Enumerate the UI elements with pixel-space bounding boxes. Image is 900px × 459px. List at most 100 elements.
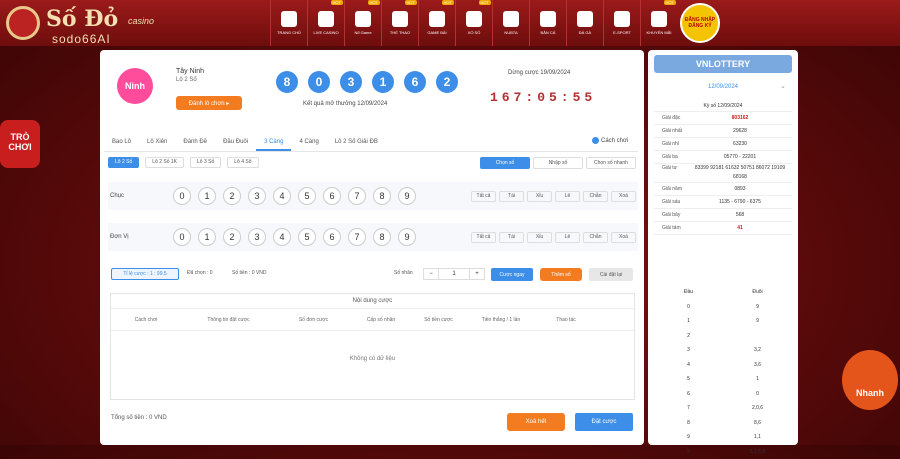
draw-title: Kỳ số 12/09/2024 — [654, 100, 792, 112]
input-mode[interactable]: Nhập số — [533, 157, 583, 169]
multiplier-input[interactable]: 1 — [438, 269, 470, 279]
nav-item[interactable]: Nổ GameHOT — [344, 0, 381, 46]
nav-item[interactable]: ĐÁ GÀ — [566, 0, 603, 46]
digit-button[interactable]: 6 — [323, 228, 341, 246]
digit-button[interactable]: 4 — [273, 228, 291, 246]
loto-row: 72,0,6 — [654, 401, 792, 416]
prize-name: Giải tư — [654, 164, 688, 182]
nav-item[interactable]: KHUYẾN MÃI HOT — [640, 0, 677, 46]
plus-button[interactable]: + — [470, 269, 484, 279]
sub-tabs: Lô 2 Số Lô 2 Số 1K Lô 3 Số Lô 4 Số — [108, 157, 259, 168]
tab-bet-type[interactable]: 4 Càng — [291, 135, 326, 151]
prize-value: 0893 — [688, 183, 792, 195]
filter-button[interactable]: Chẵn — [583, 191, 608, 202]
add-number-button[interactable]: Thêm số — [540, 268, 582, 281]
login-register-button[interactable]: ĐĂNG NHẬP ĐĂNG KÝ — [677, 0, 723, 46]
filter-button[interactable]: Chẵn — [583, 232, 608, 243]
tab-bet-type[interactable]: Lô Xiên — [139, 135, 175, 151]
promo-games-widget[interactable]: TRÒ CHƠI — [0, 120, 40, 168]
digit-button[interactable]: 3 — [248, 187, 266, 205]
digit-button[interactable]: 4 — [273, 187, 291, 205]
digit-button[interactable]: 2 — [223, 187, 241, 205]
countdown-timer: 167:05:55 — [490, 90, 596, 105]
digit-button[interactable]: 1 — [198, 228, 216, 246]
filter-button[interactable]: Tất cả — [471, 191, 496, 202]
result-ball: 1 — [372, 71, 394, 93]
input-mode[interactable]: Chọn số — [480, 157, 530, 169]
filter-button[interactable]: Xỉu — [527, 191, 552, 202]
digit-button[interactable]: 9 — [398, 187, 416, 205]
site-logo[interactable]: Số Đỏ casino sodo66AI — [6, 4, 206, 46]
digit-button[interactable]: 6 — [323, 187, 341, 205]
tab-bet-type[interactable]: Đánh Đề — [175, 135, 215, 151]
loto-dau: 6 — [654, 387, 723, 402]
digit-button[interactable]: 9 — [398, 228, 416, 246]
brand-domain: sodo66AI — [52, 32, 111, 46]
digit-button[interactable]: 7 — [348, 187, 366, 205]
result-date-select[interactable]: 12/09/2024 — [654, 80, 792, 94]
filter-button[interactable]: Xoá — [611, 232, 636, 243]
digit-button[interactable]: 0 — [173, 187, 191, 205]
tab-bet-type[interactable]: Đầu Đuôi — [215, 135, 256, 151]
choose-bet-button[interactable]: Đánh lô chơn ▸ — [176, 96, 242, 110]
digit-button[interactable]: 2 — [223, 228, 241, 246]
result-ball: 3 — [340, 71, 362, 93]
nav-label: THỂ THAO — [390, 30, 410, 35]
filter-button[interactable]: Lẻ — [555, 232, 580, 243]
digit-button[interactable]: 7 — [348, 228, 366, 246]
prize-name: Giải tám — [654, 222, 688, 234]
loto-table: Đầu Đuôi 0919233,243,6516072,0,688,691,1… — [654, 285, 792, 459]
digit-button[interactable]: 3 — [248, 228, 266, 246]
nav-item[interactable]: XỔ SỐHOT — [455, 0, 492, 46]
nav-item[interactable]: E-SPORT — [603, 0, 640, 46]
subtab[interactable]: Lô 2 Số 1K — [145, 157, 184, 168]
prize-name: Giải ba — [654, 151, 688, 163]
nav-item[interactable]: THỂ THAOHOT — [381, 0, 418, 46]
filter-button[interactable]: Xoá — [611, 191, 636, 202]
digit-button[interactable]: 5 — [298, 228, 316, 246]
tab-bet-type[interactable]: Bao Lô — [104, 135, 139, 151]
digit-button[interactable]: 1 — [198, 187, 216, 205]
reset-button[interactable]: Cài đặt lại — [589, 268, 633, 281]
chevron-down-icon[interactable]: ⌄ — [780, 82, 786, 90]
nav-item[interactable]: LIVE CASINOHOT — [307, 0, 344, 46]
filter-button[interactable]: Lẻ — [555, 191, 580, 202]
digit-button[interactable]: 0 — [173, 228, 191, 246]
column-header: Tiền thắng / 1 lần — [466, 309, 536, 330]
nav-label: KHUYẾN MÃI — [647, 30, 672, 35]
loto-row: 51 — [654, 372, 792, 387]
filter-button[interactable]: Xỉu — [527, 232, 552, 243]
nav-item[interactable]: TRANG CHỦ — [270, 0, 307, 46]
hot-badge: HOT — [664, 0, 676, 5]
countdown-label: Dừng cược 19/09/2024 — [508, 70, 570, 76]
nav-item[interactable]: GAME BÀIHOT — [418, 0, 455, 46]
bet-now-button[interactable]: Cược ngay — [491, 268, 533, 281]
input-mode[interactable]: Chọn số nhanh — [586, 157, 636, 169]
loto-duoi: 5,1,5,8 — [723, 445, 792, 459]
filter-button[interactable]: Tài — [499, 232, 524, 243]
subtab[interactable]: Lô 2 Số — [108, 157, 139, 168]
prize-value: 41 — [688, 222, 792, 234]
clear-all-button[interactable]: Xoá hết — [507, 413, 565, 431]
home-icon — [281, 11, 297, 27]
loto-duoi: 0 — [723, 387, 792, 402]
filter-button[interactable]: Tất cả — [471, 232, 496, 243]
subtab[interactable]: Lô 4 Số — [227, 157, 258, 168]
lottery-icon — [466, 11, 482, 27]
tab-bet-type[interactable]: Lô 2 Số Giải ĐB — [327, 135, 386, 151]
place-bet-button[interactable]: Đặt cược — [575, 413, 633, 431]
nav-item[interactable]: BẮN CÁ — [529, 0, 566, 46]
cards-icon — [429, 11, 445, 27]
subtab[interactable]: Lô 3 Số — [190, 157, 221, 168]
digit-button[interactable]: 5 — [298, 187, 316, 205]
nav-item[interactable]: NUBTA — [492, 0, 529, 46]
multiplier-stepper[interactable]: − 1 + — [423, 268, 485, 280]
tab-bet-type[interactable]: 3 Càng — [256, 135, 291, 151]
promo-fast-widget[interactable]: Nhanh — [842, 350, 898, 410]
result-caption: Kết quả mở thưởng 12/09/2024 — [303, 101, 387, 107]
digit-button[interactable]: 8 — [373, 187, 391, 205]
filter-button[interactable]: Tài — [499, 191, 524, 202]
minus-button[interactable]: − — [424, 269, 438, 279]
digit-button[interactable]: 8 — [373, 228, 391, 246]
help-link[interactable]: Cách chơi — [592, 137, 628, 144]
